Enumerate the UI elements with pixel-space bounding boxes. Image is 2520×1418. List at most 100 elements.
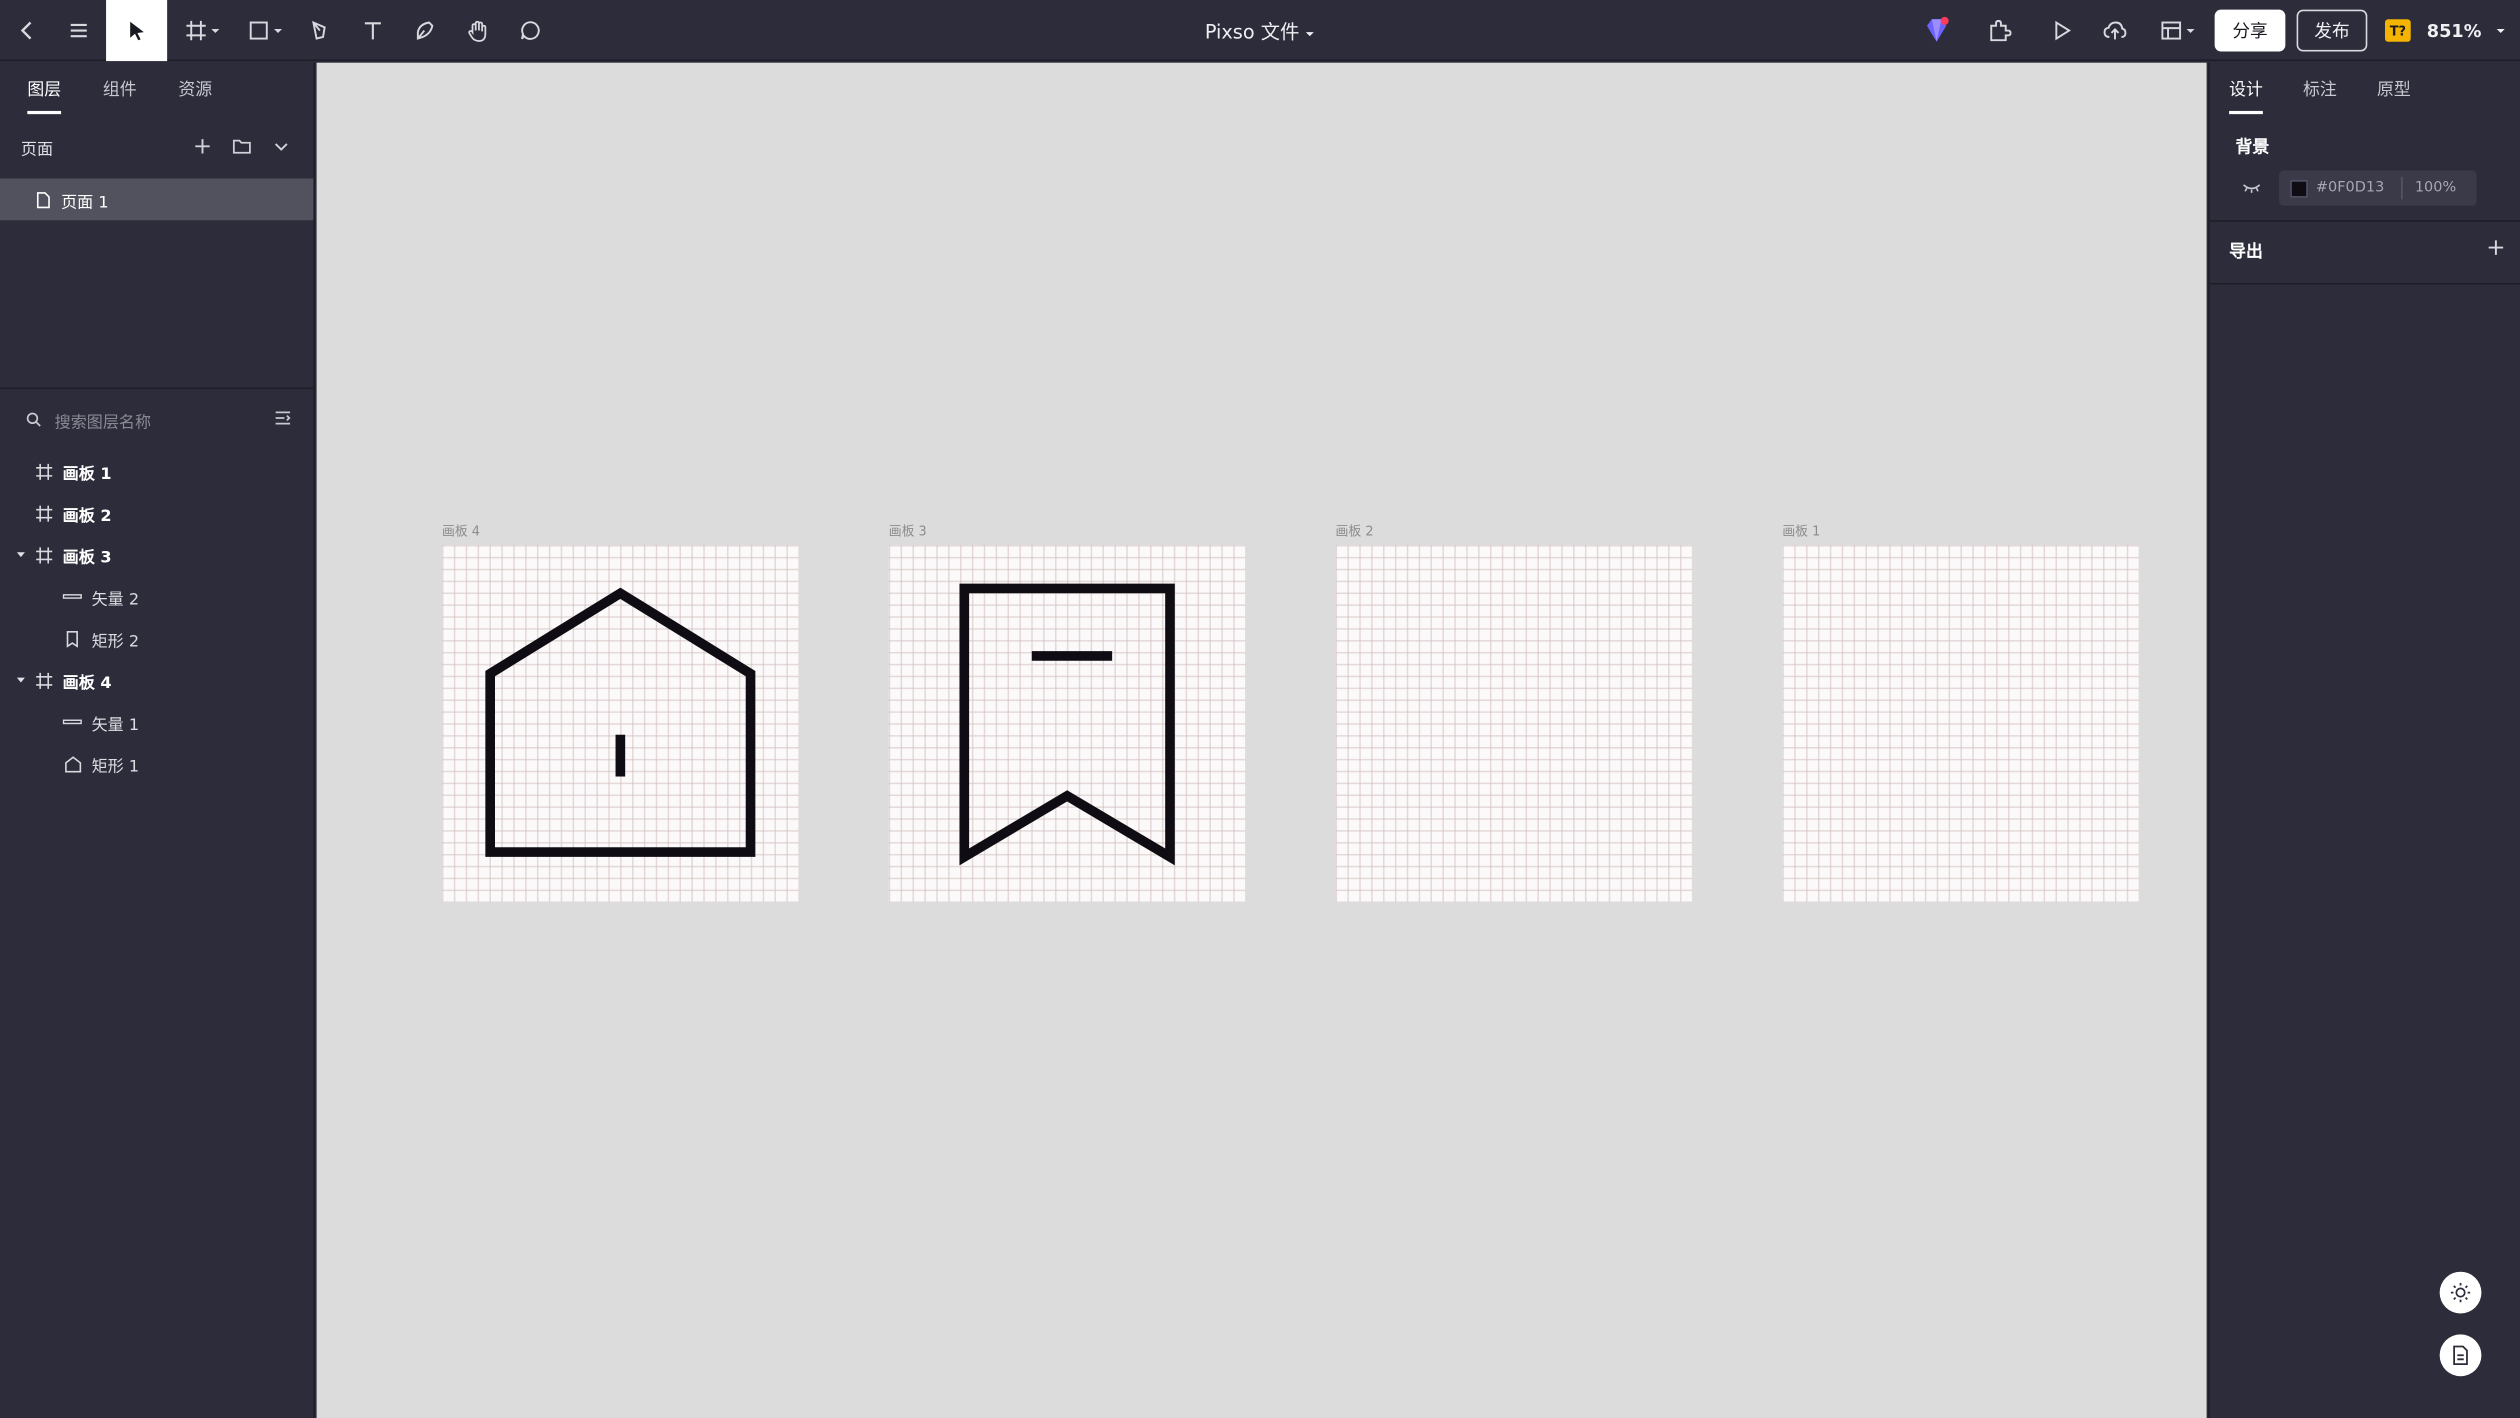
shape-tool-icon[interactable] [241, 0, 289, 61]
filter-icon[interactable] [273, 408, 292, 427]
layer-label: 画板 4 [62, 674, 112, 693]
tab-annotate[interactable]: 标注 [2303, 63, 2337, 114]
bookmark-icon[interactable] [889, 545, 1246, 902]
ai-gem-icon[interactable] [1917, 0, 1956, 61]
document-title[interactable]: Pixso 文件 [1205, 17, 1315, 44]
panel-divider [0, 387, 316, 390]
vector-line-icon [62, 587, 82, 606]
background-opacity-value[interactable]: 100% [2415, 180, 2456, 196]
layer-row[interactable]: 画板 4 [0, 659, 315, 701]
color-swatch[interactable] [2290, 179, 2308, 197]
left-panel: 图层 组件 资源 页面 页面 1 搜索图层名称 画板 1 画板 2 画板 3 矢… [0, 62, 316, 1418]
page-icon [36, 191, 50, 208]
zoom-level: 851% [2426, 20, 2482, 41]
sun-icon [2450, 1282, 2471, 1303]
background-color-field[interactable]: #0F0D13 100% [2278, 170, 2477, 206]
field-separator [2400, 176, 2402, 200]
collapse-pages-icon[interactable] [272, 137, 291, 156]
right-panel: 设计 标注 原型 背景 #0F0D13 100% 导出 [2208, 62, 2520, 1418]
chevron-down-icon [2186, 28, 2195, 33]
menu-icon[interactable] [58, 0, 100, 61]
tab-layers[interactable]: 图层 [27, 63, 62, 115]
artboard-1[interactable] [1782, 545, 2140, 902]
frame-icon [34, 545, 53, 564]
notes-button[interactable] [2439, 1334, 2482, 1377]
move-tool-icon[interactable] [106, 0, 168, 62]
top-toolbar: Pixso 文件 分享 发布 T? 851% [0, 0, 2520, 62]
frame-icon [34, 670, 53, 689]
layer-row[interactable]: 矩形 1 [0, 743, 315, 785]
plugin-icon[interactable] [1980, 0, 2019, 61]
page-item[interactable]: 页面 1 [0, 178, 314, 221]
board-label[interactable]: 画板 2 [1336, 523, 1374, 541]
layer-row[interactable]: 矢量 1 [0, 701, 315, 743]
text-tool-icon[interactable] [352, 0, 394, 61]
left-panel-tabs: 图层 组件 资源 [0, 63, 313, 115]
artboard-2[interactable] [1335, 545, 1693, 902]
layer-label: 画板 3 [62, 549, 112, 567]
eye-closed-icon[interactable] [2242, 182, 2261, 195]
layer-row[interactable]: 画板 1 [0, 450, 315, 492]
board-label[interactable]: 画板 4 [442, 523, 480, 541]
play-icon[interactable] [2043, 0, 2082, 61]
layer-label: 画板 2 [62, 507, 112, 525]
hand-tool-icon[interactable] [456, 0, 498, 61]
zoom-control[interactable]: 851% [2427, 0, 2506, 61]
add-export-icon[interactable] [2486, 238, 2505, 257]
chevron-down-icon [274, 28, 283, 33]
frame-tool-icon[interactable] [180, 0, 225, 61]
background-color-value[interactable]: #0F0D13 [2316, 180, 2384, 196]
design-canvas[interactable]: 画板 4 画板 3 画板 2 画板 1 [316, 62, 2207, 1418]
chevron-down-icon [1306, 31, 1315, 36]
frame-icon [34, 503, 53, 522]
layer-list: 画板 1 画板 2 画板 3 矢量 2 矩形 2 画板 4 矢量 1 矩形 1 [0, 450, 315, 784]
theme-toggle-button[interactable] [2439, 1271, 2482, 1314]
layer-row[interactable]: 矩形 2 [0, 617, 315, 659]
layer-label: 画板 1 [62, 465, 112, 484]
right-panel-tabs: 设计 标注 原型 [2210, 63, 2520, 115]
folder-icon[interactable] [231, 137, 252, 156]
layer-row[interactable]: 画板 3 [0, 534, 315, 576]
background-section-title: 背景 [2235, 138, 2270, 158]
document-icon [2453, 1345, 2468, 1366]
upload-cloud-icon[interactable] [2096, 0, 2135, 61]
board-label[interactable]: 画板 1 [1782, 523, 1820, 541]
tab-components[interactable]: 组件 [103, 63, 137, 114]
pages-title: 页面 [20, 140, 54, 159]
publish-button[interactable]: 发布 [2296, 9, 2368, 52]
chevron-down-icon [2496, 28, 2505, 33]
document-title-text: Pixso 文件 [1204, 20, 1300, 43]
pencil-tool-icon[interactable] [403, 0, 445, 61]
layout-panel-icon[interactable] [2154, 0, 2202, 61]
tab-assets[interactable]: 资源 [178, 63, 212, 114]
add-page-icon[interactable] [193, 137, 212, 156]
layer-row[interactable]: 矢量 2 [0, 576, 315, 618]
expand-caret-icon[interactable] [16, 550, 26, 560]
share-button[interactable]: 分享 [2214, 9, 2286, 52]
page-item-label: 页面 1 [61, 193, 109, 212]
layer-label: 矢量 2 [91, 590, 140, 609]
layer-row[interactable]: 画板 2 [0, 492, 315, 534]
house-shape-icon [63, 754, 82, 773]
back-icon[interactable] [6, 0, 48, 61]
house-icon[interactable] [442, 545, 799, 902]
search-icon [26, 412, 41, 427]
background-row: #0F0D13 100% [2210, 170, 2520, 212]
artboard-4[interactable] [441, 545, 799, 902]
chevron-down-icon [211, 28, 220, 33]
export-section-title: 导出 [2229, 241, 2263, 262]
tab-design[interactable]: 设计 [2229, 63, 2263, 115]
layer-search: 搜索图层名称 [0, 399, 315, 441]
search-input[interactable]: 搜索图层名称 [55, 408, 151, 432]
tab-prototype[interactable]: 原型 [2377, 63, 2411, 114]
missing-font-badge[interactable]: T? [2385, 19, 2411, 42]
panel-divider [2209, 282, 2520, 285]
board-label[interactable]: 画板 3 [889, 523, 927, 541]
layer-label: 矩形 1 [91, 758, 140, 776]
layer-label: 矩形 2 [91, 632, 140, 651]
artboard-3[interactable] [888, 545, 1246, 902]
pen-tool-icon[interactable] [299, 0, 341, 61]
comment-tool-icon[interactable] [509, 0, 551, 61]
expand-caret-icon[interactable] [16, 675, 26, 685]
layer-label: 矢量 1 [91, 716, 140, 734]
